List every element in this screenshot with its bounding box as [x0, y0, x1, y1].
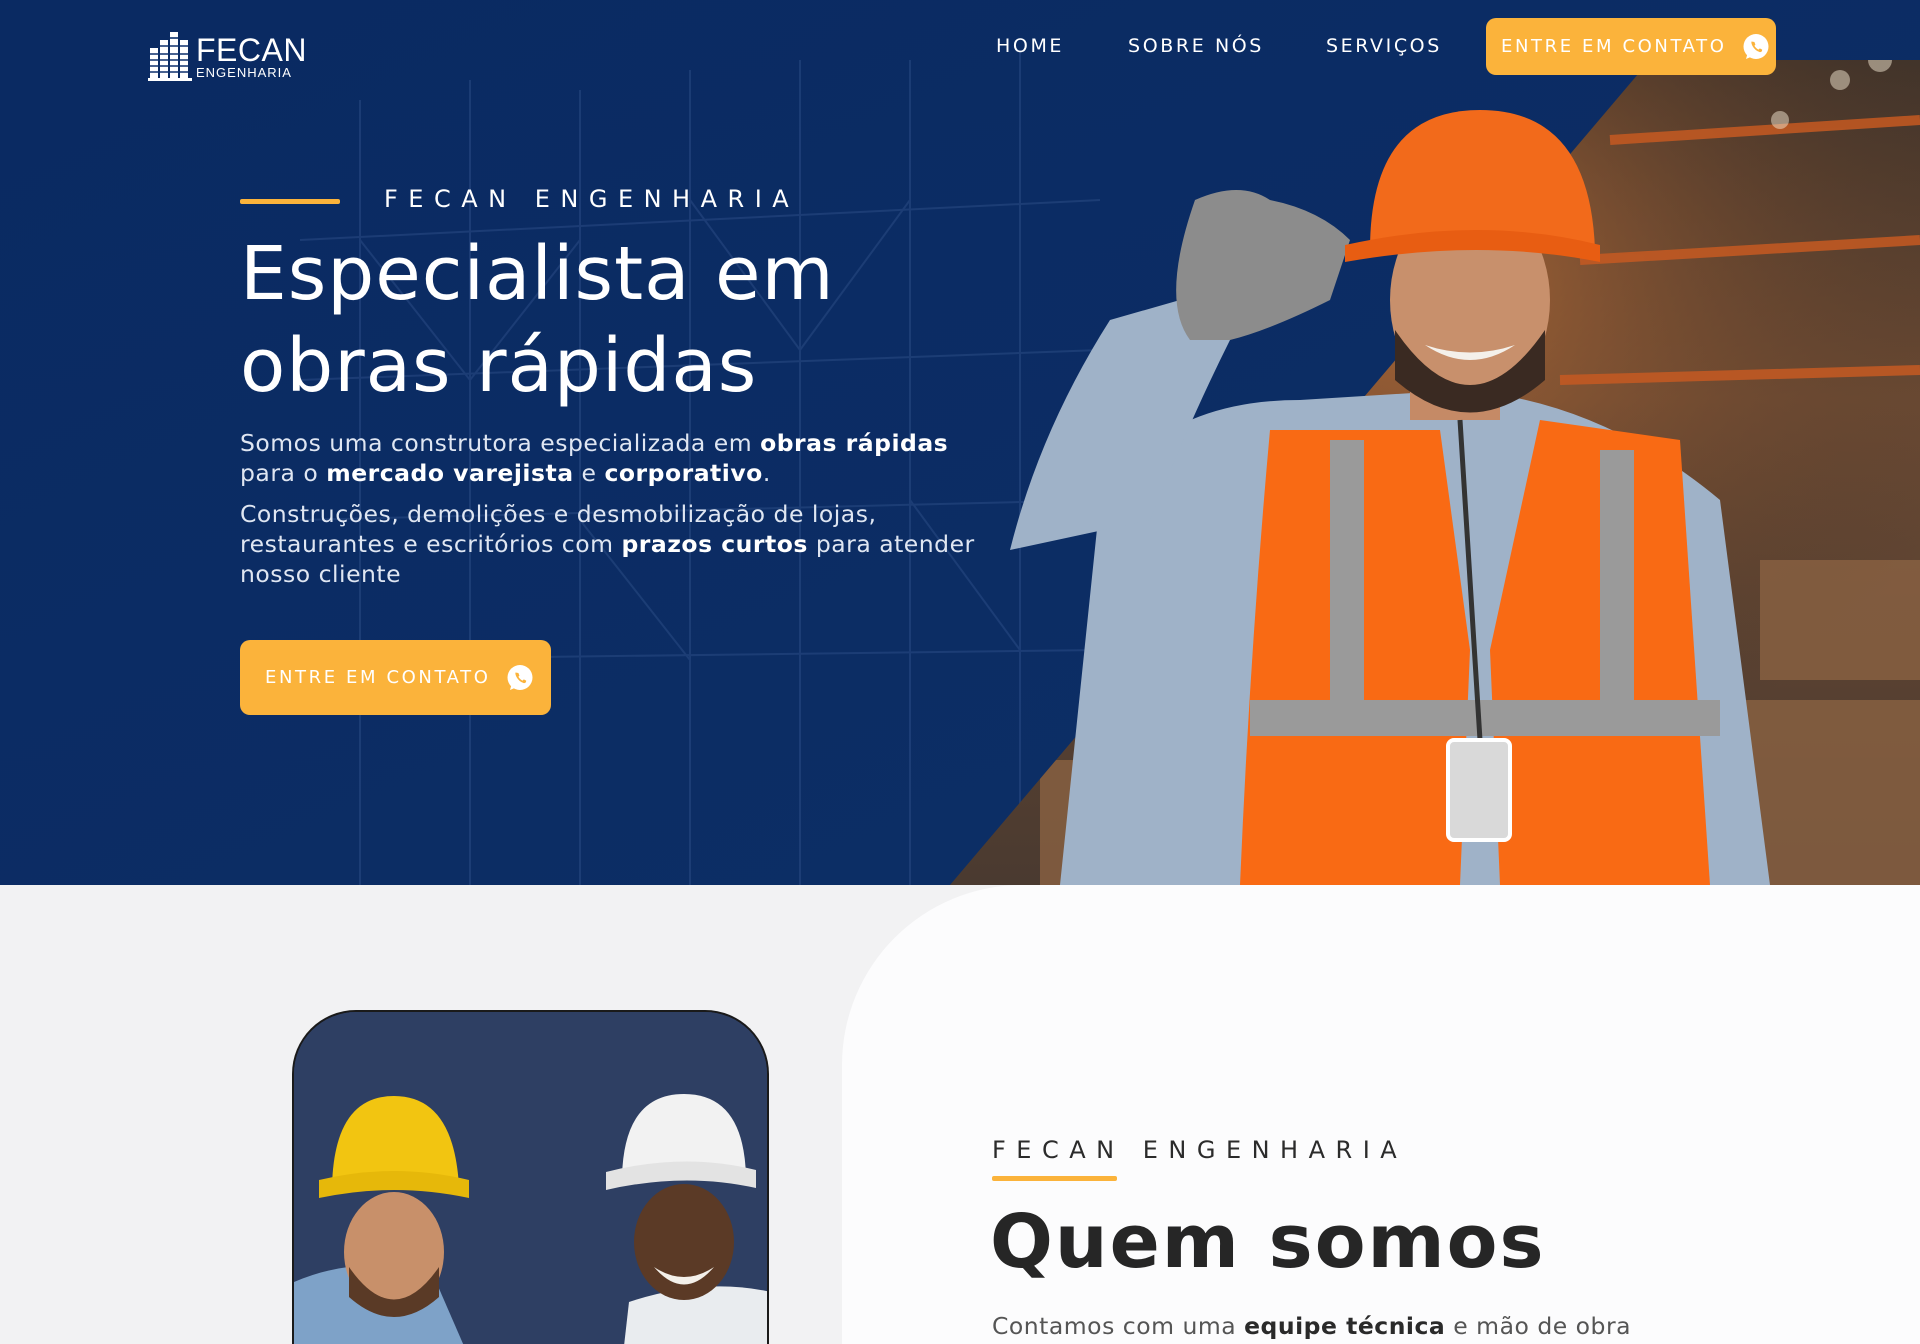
text-segment: Contamos com uma [992, 1312, 1245, 1340]
text-segment: para o [240, 459, 327, 487]
nav-sobre-nos[interactable]: SOBRE NÓS [1128, 34, 1264, 58]
logo-subtitle: ENGENHARIA [196, 64, 292, 80]
text-segment: e [573, 459, 605, 487]
building-logo-icon [148, 32, 192, 81]
hero-title-line1: Especialista em [240, 231, 835, 317]
nav-contact-button[interactable]: ENTRE EM CONTATO [1486, 18, 1776, 75]
team-photo [292, 1010, 769, 1344]
logo-name: FECAN [196, 31, 307, 68]
whatsapp-icon [507, 664, 533, 690]
engineers-image [294, 1012, 767, 1344]
brand-logo[interactable]: FECAN ENGENHARIA [148, 30, 318, 82]
about-paragraph: Contamos com uma equipe técnica e mão de… [992, 1311, 1632, 1341]
highlight-text: mercado varejista [326, 459, 574, 487]
highlight-text: corporativo [604, 459, 763, 487]
hero-paragraph-2: Construções, demolições e desmobilização… [240, 499, 980, 589]
highlight-text: obras rápidas [760, 429, 949, 457]
highlight-text: equipe técnica [1244, 1312, 1446, 1340]
nav-home[interactable]: HOME [996, 34, 1064, 58]
text-segment: . [762, 459, 771, 487]
about-title: Quem somos [990, 1199, 1546, 1285]
hero-title: Especialista em obras rápidas [240, 228, 960, 412]
whatsapp-icon [1743, 33, 1769, 59]
hero-eyebrow: FECAN ENGENHARIA [384, 185, 800, 213]
highlight-text: prazos curtos [621, 530, 808, 558]
hero-eyebrow-line [240, 199, 340, 204]
hero-contact-button[interactable]: ENTRE EM CONTATO [240, 640, 551, 715]
logo-text: FECAN ENGENHARIA [196, 34, 307, 79]
main-nav: HOME SOBRE NÓS SERVIÇOS [996, 34, 1504, 58]
hero-title-line2: obras rápidas [240, 323, 758, 409]
about-eyebrow-line [992, 1176, 1117, 1181]
nav-contact-label: ENTRE EM CONTATO [1501, 36, 1727, 57]
hero-contact-label: ENTRE EM CONTATO [265, 667, 491, 688]
text-segment: e mão de obra [1445, 1312, 1632, 1340]
about-panel-curve [842, 885, 1022, 1065]
hero-section: FECAN ENGENHARIA HOME SOBRE NÓS SERVIÇOS… [0, 0, 1920, 885]
text-segment: Somos uma construtora especializada em [240, 429, 761, 457]
hero-paragraph-1: Somos uma construtora especializada em o… [240, 428, 980, 488]
nav-servicos[interactable]: SERVIÇOS [1326, 34, 1442, 58]
about-eyebrow: FECAN ENGENHARIA [992, 1136, 1408, 1164]
